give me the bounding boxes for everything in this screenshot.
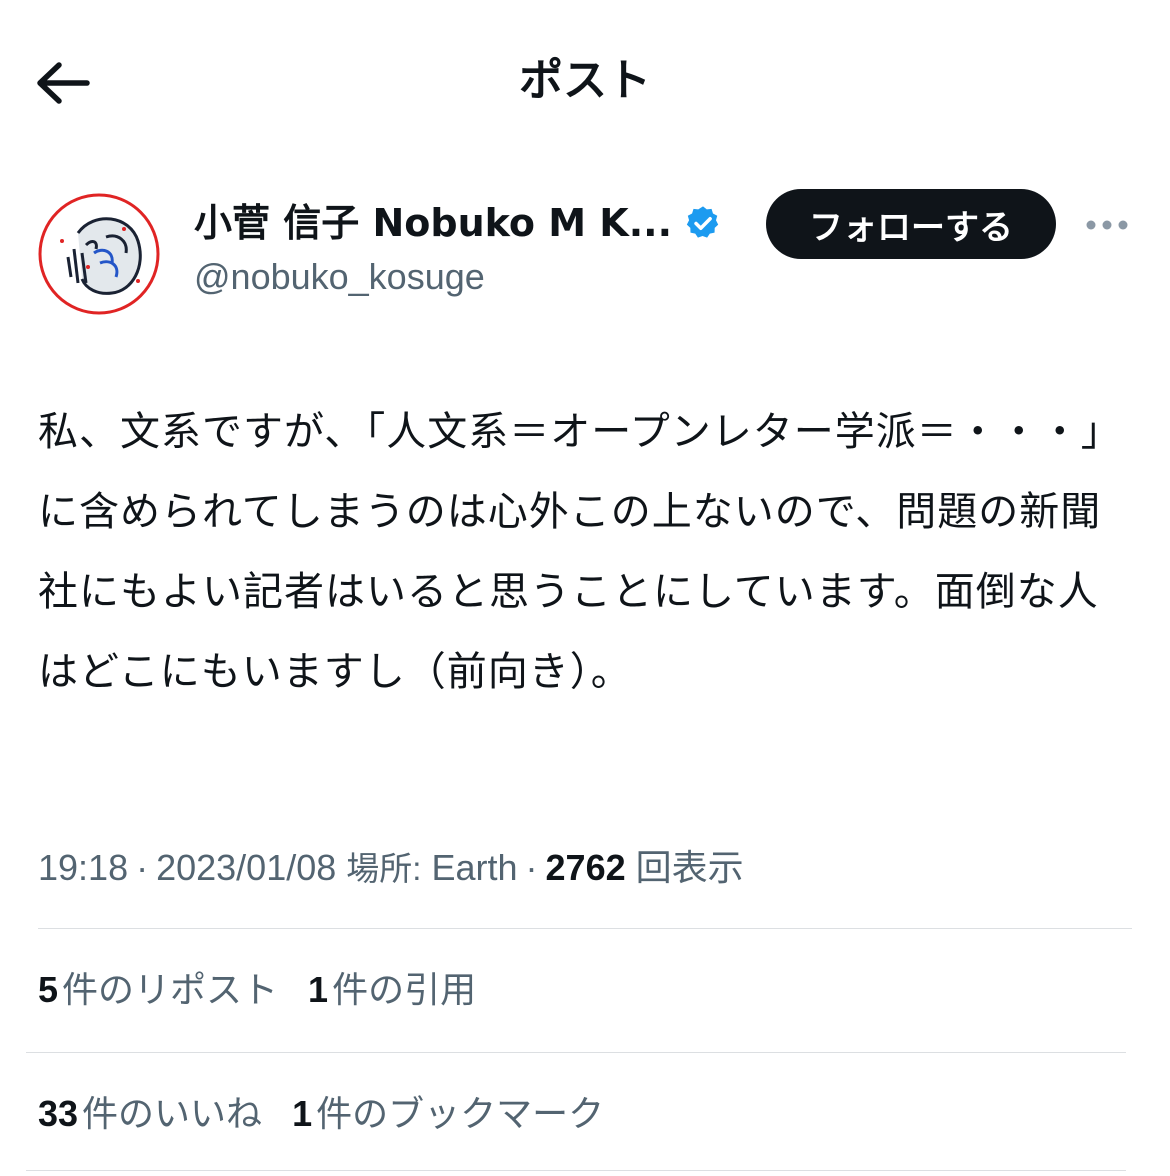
handle[interactable]: @nobuko_kosuge xyxy=(194,251,485,303)
meta-separator: · xyxy=(136,847,149,888)
page-title: ポスト xyxy=(519,55,651,106)
like-stats-row: 33 件のいいね 1 件のブックマーク xyxy=(38,1084,604,1145)
more-button[interactable] xyxy=(1082,205,1132,245)
post-meta: 19:18 · 2023/01/08 場所: Earth · 2762 回表示 xyxy=(38,838,744,899)
divider xyxy=(26,1052,1126,1053)
views-count[interactable]: 2762 xyxy=(546,847,626,888)
meta-separator: · xyxy=(525,847,538,888)
bookmarks-count: 1 xyxy=(292,1093,313,1134)
likes-count: 33 xyxy=(38,1093,79,1134)
repost-stats-row: 5 件のリポスト 1 件の引用 xyxy=(38,960,476,1021)
likes-stat[interactable]: 33 件のいいね xyxy=(38,1084,262,1145)
views-label: 回表示 xyxy=(635,847,744,888)
quotes-count: 1 xyxy=(308,969,329,1010)
more-horizontal-icon xyxy=(1086,220,1128,230)
bookmarks-stat[interactable]: 1 件のブックマーク xyxy=(292,1084,604,1145)
divider xyxy=(38,928,1132,929)
quotes-label: 件の引用 xyxy=(332,970,477,1011)
location-value: Earth xyxy=(431,847,518,888)
quotes-stat[interactable]: 1 件の引用 xyxy=(308,960,476,1021)
likes-label: 件のいいね xyxy=(82,1094,263,1135)
post-time[interactable]: 19:18 xyxy=(38,847,128,888)
author-row: 小菅 信子 Nobuko M K... @nobuko_kosuge フォローす… xyxy=(0,185,1170,325)
reposts-label: 件のリポスト xyxy=(62,970,279,1011)
avatar[interactable] xyxy=(38,193,160,315)
top-bar: ポスト xyxy=(0,0,1170,160)
reposts-count: 5 xyxy=(38,969,59,1010)
name-line: 小菅 信子 Nobuko M K... xyxy=(194,197,722,249)
follow-button[interactable]: フォローする xyxy=(766,189,1056,259)
verified-badge-icon[interactable] xyxy=(684,204,722,242)
location-label: 場所: xyxy=(346,850,422,887)
display-name[interactable]: 小菅 信子 Nobuko M K... xyxy=(194,197,672,249)
post-date[interactable]: 2023/01/08 xyxy=(156,847,336,888)
post-text: 私、文系ですが、「人文系＝オープンレター学派＝・・・」に含められてしまうのは心外… xyxy=(38,409,1122,695)
reposts-stat[interactable]: 5 件のリポスト xyxy=(38,960,278,1021)
bookmarks-label: 件のブックマーク xyxy=(316,1094,605,1135)
divider xyxy=(26,1170,1126,1171)
